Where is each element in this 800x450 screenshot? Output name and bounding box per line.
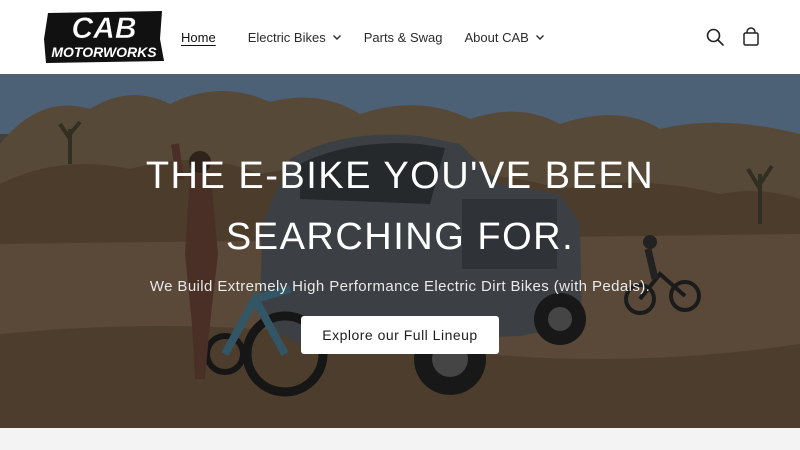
hero-heading-line2: SEARCHING FOR. bbox=[225, 216, 575, 258]
chevron-down-icon bbox=[332, 35, 341, 40]
nav-item-home[interactable]: Home bbox=[172, 0, 225, 74]
explore-lineup-button[interactable]: Explore our Full Lineup bbox=[301, 316, 499, 354]
logo-text-top: CAB bbox=[72, 12, 137, 45]
nav-label: Parts & Swag bbox=[363, 29, 443, 45]
logo-mark: CAB MOTORWORKS bbox=[44, 11, 164, 63]
nav-item-electric-bikes[interactable]: Electric Bikes bbox=[239, 0, 351, 74]
nav-label: Electric Bikes bbox=[247, 29, 326, 45]
hero-heading-line1: THE E-BIKE YOU'VE BEEN bbox=[145, 155, 655, 197]
nav-item-parts-swag[interactable]: Parts & Swag bbox=[355, 0, 452, 74]
nav-item-about[interactable]: About CAB bbox=[455, 0, 553, 74]
search-button[interactable] bbox=[700, 22, 730, 52]
nav-label: Home bbox=[181, 29, 216, 45]
brand-logo[interactable]: CAB MOTORWORKS bbox=[42, 9, 166, 65]
search-icon bbox=[706, 28, 724, 46]
hero-subtitle: We Build Extremely High Performance Elec… bbox=[149, 278, 651, 295]
logo-text-bottom: MOTORWORKS bbox=[51, 44, 157, 60]
cart-icon bbox=[743, 27, 759, 46]
chevron-down-icon bbox=[535, 35, 544, 40]
cart-button[interactable] bbox=[736, 22, 766, 52]
hero-banner: THE E-BIKE YOU'VE BEEN SEARCHING FOR. We… bbox=[0, 74, 800, 428]
hero-heading: THE E-BIKE YOU'VE BEEN SEARCHING FOR. bbox=[0, 146, 800, 268]
main-nav: Home Electric Bikes Parts & Swag About C… bbox=[172, 0, 554, 74]
site-header: CAB MOTORWORKS Home Electric Bikes Parts… bbox=[0, 0, 800, 74]
nav-label: About CAB bbox=[464, 29, 529, 45]
next-section-strip bbox=[0, 428, 800, 450]
